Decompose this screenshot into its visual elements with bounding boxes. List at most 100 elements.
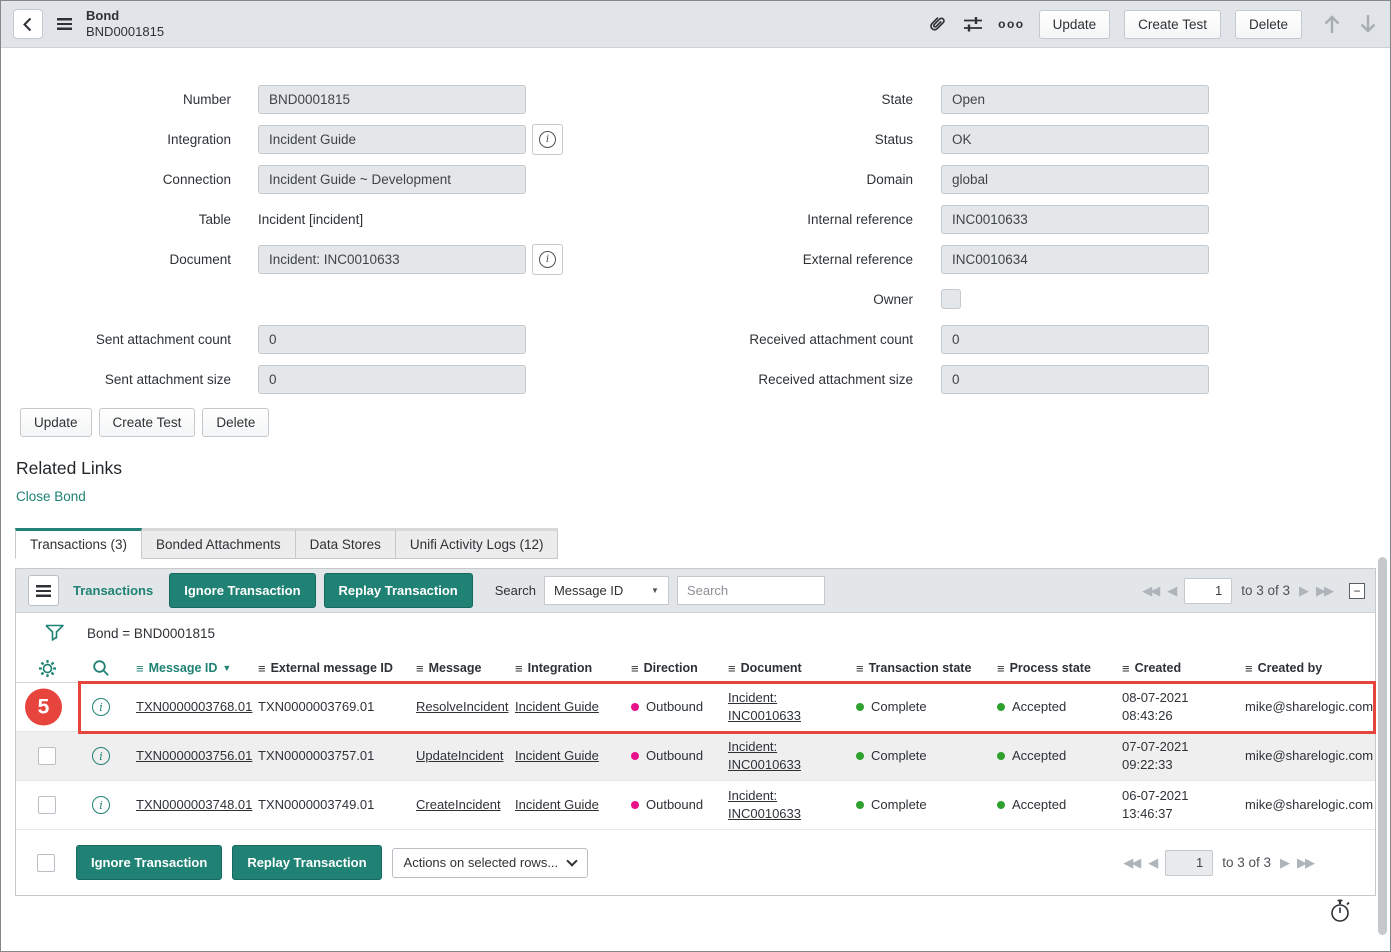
delete-button-header[interactable]: Delete xyxy=(1235,10,1302,39)
list-settings-cell[interactable] xyxy=(16,659,78,678)
created-by-value: mike@sharelogic.com xyxy=(1233,747,1375,765)
domain-field[interactable]: global xyxy=(941,165,1209,194)
row-info-icon[interactable]: i xyxy=(92,747,110,765)
update-button-header[interactable]: Update xyxy=(1039,10,1111,39)
sent-attachment-size-field[interactable]: 0 xyxy=(258,365,526,394)
delete-button[interactable]: Delete xyxy=(202,408,269,437)
column-menu-icon: ≡ xyxy=(515,661,523,676)
message-id-link[interactable]: TXN0000003768.01 xyxy=(136,699,252,714)
spacer-row xyxy=(16,279,580,319)
replay-transaction-button-footer[interactable]: Replay Transaction xyxy=(232,845,381,880)
owner-checkbox[interactable] xyxy=(941,289,961,309)
next-page-icon[interactable]: ▶ xyxy=(1299,583,1307,599)
list-toolbar: Transactions Ignore Transaction Replay T… xyxy=(16,569,1375,613)
row-info-icon[interactable]: i xyxy=(92,698,110,716)
menu-icon[interactable] xyxy=(57,18,72,30)
external-reference-field[interactable]: INC0010634 xyxy=(941,245,1209,274)
list-menu-button[interactable] xyxy=(28,575,59,606)
tab-unifi-activity-logs[interactable]: Unifi Activity Logs (12) xyxy=(396,528,559,559)
document-link[interactable]: Incident:INC0010633 xyxy=(728,690,801,723)
integration-field[interactable]: Incident Guide xyxy=(258,125,526,154)
actions-on-selected-rows-select[interactable]: Actions on selected rows... xyxy=(392,848,588,878)
integration-link[interactable]: Incident Guide xyxy=(515,748,599,763)
previous-page-icon[interactable]: ◀ xyxy=(1167,583,1175,599)
back-button[interactable] xyxy=(13,9,43,39)
filter-condition[interactable]: Bond = BND0001815 xyxy=(87,626,215,641)
message-link[interactable]: UpdateIncident xyxy=(416,748,503,763)
transaction-row[interactable]: i TXN0000003748.01 TXN0000003749.01 Crea… xyxy=(16,781,1375,830)
document-link-cell: Incident:INC0010633 xyxy=(716,738,844,773)
column-menu-icon: ≡ xyxy=(258,661,266,676)
search-input[interactable] xyxy=(677,576,825,605)
create-test-button[interactable]: Create Test xyxy=(99,408,196,437)
more-options-button[interactable]: ooo xyxy=(998,17,1025,31)
attachment-button[interactable] xyxy=(926,13,948,35)
vertical-scrollbar[interactable] xyxy=(1378,557,1387,935)
received-attachment-count-field[interactable]: 0 xyxy=(941,325,1209,354)
message-id-link[interactable]: TXN0000003756.01 xyxy=(136,748,252,763)
document-link[interactable]: Incident:INC0010633 xyxy=(728,788,801,821)
number-field[interactable]: BND0001815 xyxy=(258,85,526,114)
close-bond-link[interactable]: Close Bond xyxy=(16,489,86,504)
previous-page-icon[interactable]: ◀ xyxy=(1148,855,1156,871)
filter-funnel-icon[interactable] xyxy=(44,623,65,644)
collapse-list-button[interactable]: − xyxy=(1349,583,1365,599)
integration-link[interactable]: Incident Guide xyxy=(515,699,599,714)
column-header-process-state[interactable]: ≡ Process state xyxy=(985,661,1110,676)
response-time-button[interactable] xyxy=(1328,898,1352,929)
document-info-button[interactable]: i xyxy=(532,244,563,275)
first-page-icon[interactable]: ◀◀ xyxy=(1123,855,1139,871)
create-test-button-header[interactable]: Create Test xyxy=(1124,10,1221,39)
column-header-message-id[interactable]: ≡ Message ID ▼ xyxy=(124,661,246,676)
state-field[interactable]: Open xyxy=(941,85,1209,114)
column-header-created-by[interactable]: ≡ Created by xyxy=(1233,661,1375,676)
received-attachment-size-field[interactable]: 0 xyxy=(941,365,1209,394)
integration-info-button[interactable]: i xyxy=(532,124,563,155)
last-page-icon[interactable]: ▶▶ xyxy=(1297,855,1313,871)
document-field[interactable]: Incident: INC0010633 xyxy=(258,245,526,274)
ignore-transaction-button-footer[interactable]: Ignore Transaction xyxy=(76,845,222,880)
column-header-message[interactable]: ≡ Message xyxy=(404,661,503,676)
search-field-select[interactable]: Message ID ▼ xyxy=(544,576,669,605)
next-record-icon[interactable] xyxy=(1358,13,1378,35)
update-button[interactable]: Update xyxy=(20,408,92,437)
internal-reference-field[interactable]: INC0010633 xyxy=(941,205,1209,234)
column-header-external-message-id[interactable]: ≡ External message ID xyxy=(246,661,404,676)
document-link[interactable]: Incident:INC0010633 xyxy=(728,739,801,772)
tab-data-stores[interactable]: Data Stores xyxy=(296,528,396,559)
transaction-state-dot xyxy=(856,703,864,711)
sent-attachment-count-field[interactable]: 0 xyxy=(258,325,526,354)
transaction-row[interactable]: 5 i TXN0000003768.01 TXN0000003769.01 Re… xyxy=(16,683,1375,732)
ignore-transaction-button[interactable]: Ignore Transaction xyxy=(169,573,315,608)
column-header-integration[interactable]: ≡ Integration xyxy=(503,661,619,676)
transaction-row[interactable]: i TXN0000003756.01 TXN0000003757.01 Upda… xyxy=(16,732,1375,781)
previous-record-icon[interactable] xyxy=(1322,13,1342,35)
row-checkbox[interactable] xyxy=(38,747,56,765)
tab-bonded-attachments[interactable]: Bonded Attachments xyxy=(142,528,296,559)
column-header-document[interactable]: ≡ Document xyxy=(716,661,844,676)
status-field[interactable]: OK xyxy=(941,125,1209,154)
column-header-created[interactable]: ≡ Created xyxy=(1110,661,1233,676)
page-number-input[interactable] xyxy=(1165,850,1213,876)
message-id-link[interactable]: TXN0000003748.01 xyxy=(136,797,252,812)
state-label: State xyxy=(656,92,941,107)
last-page-icon[interactable]: ▶▶ xyxy=(1316,583,1332,599)
page-number-input[interactable] xyxy=(1184,578,1232,604)
replay-transaction-button[interactable]: Replay Transaction xyxy=(324,573,473,608)
column-header-direction[interactable]: ≡ Direction xyxy=(619,661,716,676)
tab-transactions[interactable]: Transactions (3) xyxy=(15,528,142,559)
message-link[interactable]: CreateIncident xyxy=(416,797,501,812)
select-all-checkbox[interactable] xyxy=(37,854,55,872)
row-checkbox[interactable] xyxy=(38,796,56,814)
connection-field[interactable]: Incident Guide ~ Development xyxy=(258,165,526,194)
document-link-cell: Incident:INC0010633 xyxy=(716,689,844,724)
next-page-icon[interactable]: ▶ xyxy=(1280,855,1288,871)
list-search-cell[interactable] xyxy=(78,659,124,677)
message-link[interactable]: ResolveIncident xyxy=(416,699,509,714)
personalize-form-button[interactable] xyxy=(962,14,984,34)
integration-link[interactable]: Incident Guide xyxy=(515,797,599,812)
row-info-icon[interactable]: i xyxy=(92,796,110,814)
column-header-transaction-state[interactable]: ≡ Transaction state xyxy=(844,661,985,676)
first-page-icon[interactable]: ◀◀ xyxy=(1142,583,1158,599)
process-state-value: Accepted xyxy=(1012,748,1066,763)
